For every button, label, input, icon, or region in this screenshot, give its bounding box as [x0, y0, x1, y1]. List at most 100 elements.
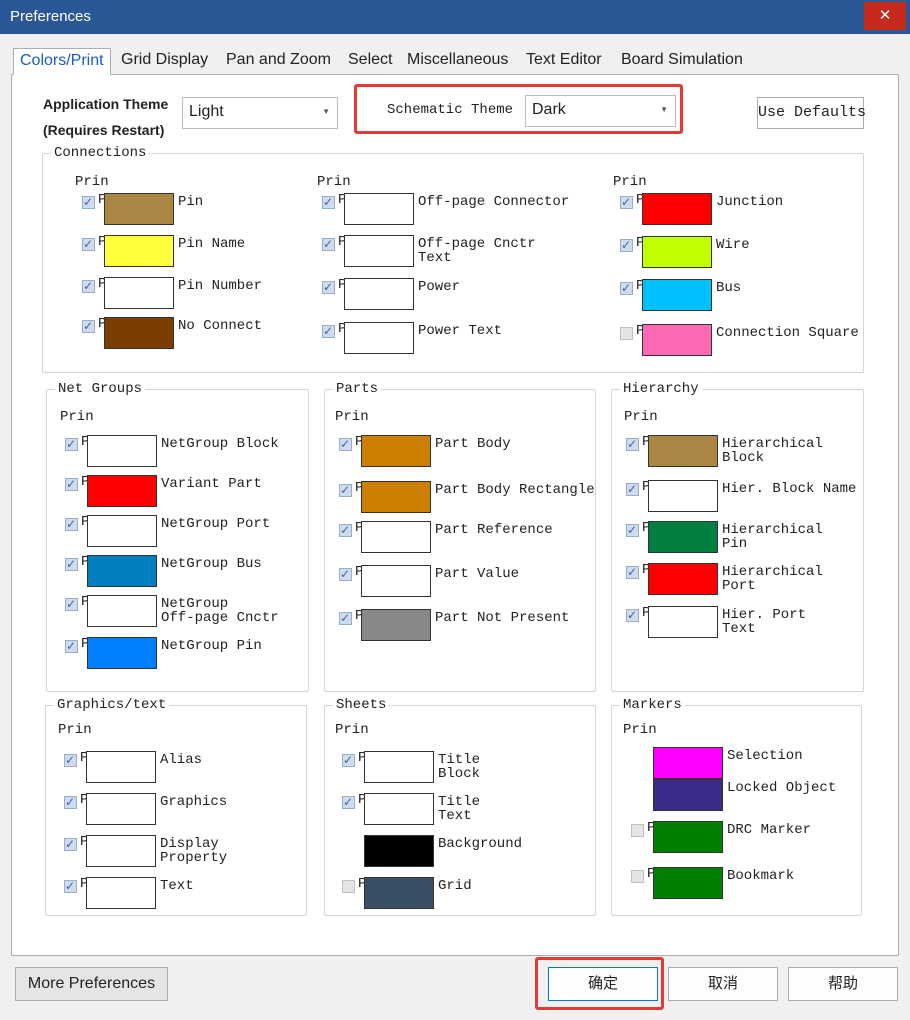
print-checkbox[interactable]: ✓	[620, 195, 633, 209]
color-swatch[interactable]	[648, 480, 718, 512]
print-checkbox[interactable]: ✓	[64, 879, 77, 893]
print-checkbox[interactable]: ✓	[82, 237, 95, 251]
tab-miscellaneous[interactable]: Miscellaneous	[401, 48, 514, 75]
print-checkbox[interactable]: ✓	[620, 281, 633, 295]
color-swatch[interactable]	[648, 606, 718, 638]
color-swatch[interactable]	[87, 515, 157, 547]
print-checkbox[interactable]: ✓	[82, 195, 95, 209]
tab-text-editor[interactable]: Text Editor	[520, 48, 608, 75]
print-checkbox[interactable]: ✓	[322, 280, 335, 294]
color-swatch[interactable]	[87, 595, 157, 627]
color-swatch[interactable]	[361, 565, 431, 597]
tab-board-simulation[interactable]: Board Simulation	[615, 48, 749, 75]
application-theme-select[interactable]: Light ▼	[182, 97, 338, 129]
color-row-label: Wire	[716, 237, 750, 253]
color-swatch[interactable]	[642, 236, 712, 268]
print-checkbox[interactable]: ✓	[342, 795, 355, 809]
color-swatch[interactable]	[104, 193, 174, 225]
print-checkbox[interactable]: ✓	[339, 523, 352, 537]
color-swatch[interactable]	[104, 277, 174, 309]
color-swatch[interactable]	[648, 563, 718, 595]
print-checkbox[interactable]: ✓	[626, 523, 639, 537]
color-swatch[interactable]	[344, 235, 414, 267]
tab-colors-print[interactable]: Colors/Print	[13, 48, 111, 75]
color-swatch[interactable]	[344, 278, 414, 310]
print-checkbox[interactable]: ✓	[82, 319, 95, 333]
connections-title: Connections	[51, 145, 150, 161]
color-swatch[interactable]	[87, 637, 157, 669]
print-checkbox[interactable]: ✓	[322, 195, 335, 209]
color-swatch[interactable]	[361, 609, 431, 641]
color-swatch[interactable]	[653, 821, 723, 853]
color-swatch[interactable]	[104, 235, 174, 267]
print-checkbox[interactable]: ✓	[64, 837, 77, 851]
more-preferences-button[interactable]: More Preferences	[15, 967, 168, 1001]
color-swatch[interactable]	[364, 877, 434, 909]
color-swatch[interactable]	[361, 521, 431, 553]
print-checkbox[interactable]	[631, 824, 644, 837]
print-checkbox[interactable]: ✓	[65, 639, 78, 653]
color-swatch[interactable]	[87, 475, 157, 507]
color-swatch[interactable]	[344, 322, 414, 354]
check-icon: ✓	[83, 319, 94, 333]
print-checkbox[interactable]: ✓	[626, 437, 639, 451]
check-icon: ✓	[65, 753, 76, 767]
color-row-label: Part Body	[435, 436, 511, 452]
print-checkbox[interactable]: ✓	[322, 237, 335, 251]
help-button[interactable]: 帮助	[788, 967, 898, 1001]
color-swatch[interactable]	[364, 835, 434, 867]
color-swatch[interactable]	[653, 867, 723, 899]
use-defaults-button[interactable]: Use Defaults	[757, 97, 866, 129]
color-row-label: NetGroup Pin	[161, 638, 262, 654]
print-checkbox[interactable]: ✓	[65, 477, 78, 491]
color-swatch[interactable]	[104, 317, 174, 349]
color-swatch[interactable]	[648, 435, 718, 467]
color-swatch[interactable]	[361, 435, 431, 467]
print-checkbox[interactable]: ✓	[339, 611, 352, 625]
print-checkbox[interactable]: ✓	[65, 597, 78, 611]
color-swatch[interactable]	[653, 747, 723, 779]
color-swatch[interactable]	[86, 793, 156, 825]
print-checkbox[interactable]: ✓	[626, 608, 639, 622]
color-swatch[interactable]	[361, 481, 431, 513]
print-checkbox[interactable]	[631, 870, 644, 883]
tab-grid-display[interactable]: Grid Display	[115, 48, 214, 75]
color-swatch[interactable]	[364, 751, 434, 783]
color-row-label: NetGroup Off-page Cnctr	[161, 597, 279, 626]
cancel-button[interactable]: 取消	[668, 967, 778, 1001]
color-swatch[interactable]	[87, 555, 157, 587]
print-checkbox[interactable]: ✓	[342, 753, 355, 767]
color-swatch[interactable]	[653, 779, 723, 811]
print-checkbox[interactable]: ✓	[82, 279, 95, 293]
print-checkbox[interactable]: ✓	[626, 565, 639, 579]
color-row-label: Bus	[716, 280, 742, 296]
print-checkbox[interactable]	[620, 327, 633, 340]
color-swatch[interactable]	[648, 521, 718, 553]
tab-pan-and-zoom[interactable]: Pan and Zoom	[220, 48, 337, 75]
print-checkbox[interactable]: ✓	[65, 437, 78, 451]
close-button[interactable]: ✕	[864, 2, 906, 30]
color-row-label: DRC Marker	[727, 822, 812, 838]
color-swatch[interactable]	[642, 279, 712, 311]
color-swatch[interactable]	[642, 193, 712, 225]
color-swatch[interactable]	[86, 877, 156, 909]
print-checkbox[interactable]: ✓	[339, 567, 352, 581]
print-checkbox[interactable]: ✓	[65, 557, 78, 571]
color-swatch[interactable]	[642, 324, 712, 356]
color-swatch[interactable]	[344, 193, 414, 225]
check-icon: ✓	[340, 567, 351, 581]
print-checkbox[interactable]: ✓	[64, 753, 77, 767]
color-swatch[interactable]	[87, 435, 157, 467]
print-checkbox[interactable]: ✓	[65, 517, 78, 531]
print-checkbox[interactable]: ✓	[620, 238, 633, 252]
tab-select[interactable]: Select	[342, 48, 398, 75]
color-swatch[interactable]	[86, 835, 156, 867]
print-checkbox[interactable]: ✓	[64, 795, 77, 809]
color-swatch[interactable]	[364, 793, 434, 825]
print-checkbox[interactable]: ✓	[339, 483, 352, 497]
print-checkbox[interactable]: ✓	[626, 482, 639, 496]
print-checkbox[interactable]	[342, 880, 355, 893]
color-swatch[interactable]	[86, 751, 156, 783]
print-checkbox[interactable]: ✓	[322, 324, 335, 338]
print-checkbox[interactable]: ✓	[339, 437, 352, 451]
